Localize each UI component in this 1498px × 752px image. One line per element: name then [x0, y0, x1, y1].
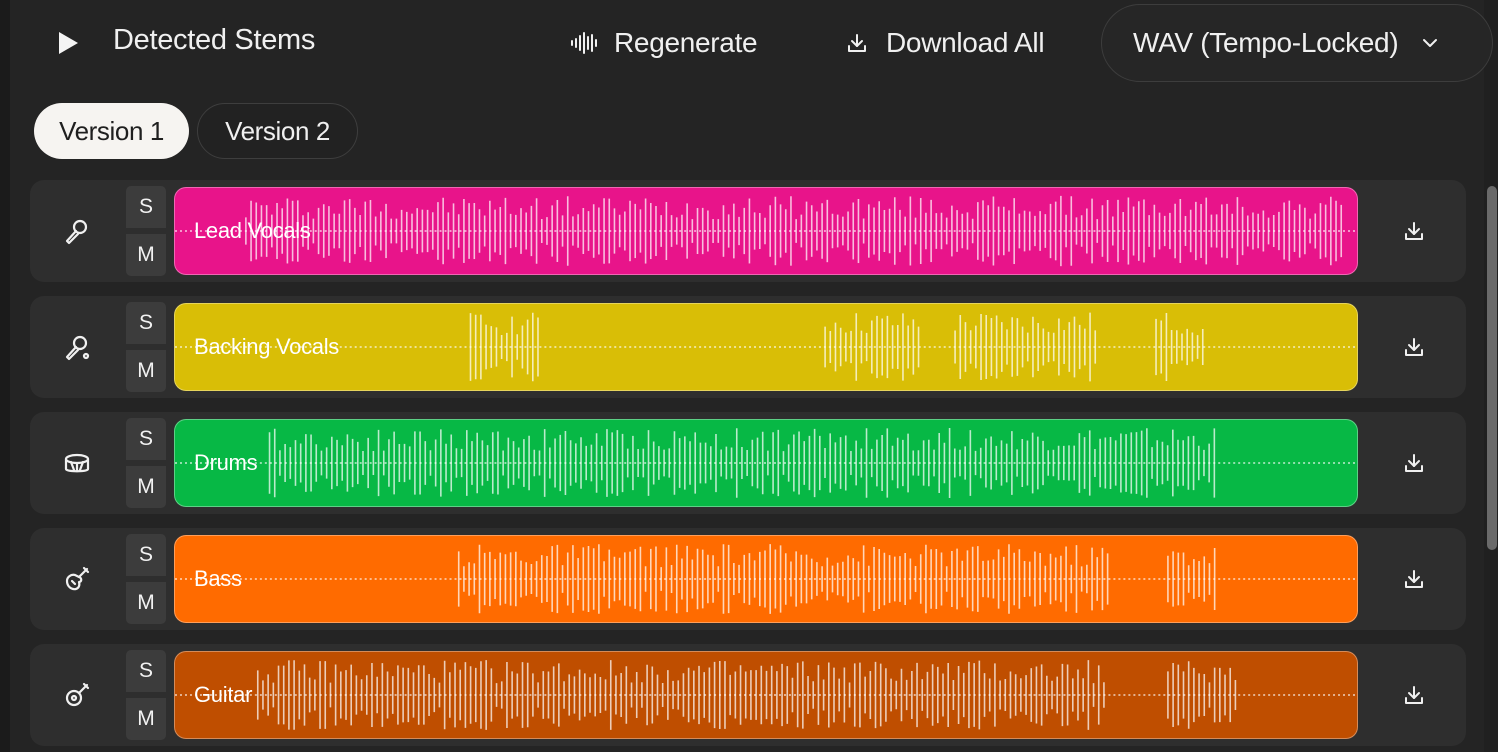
download-icon [848, 34, 866, 52]
left-edge-panel [0, 0, 10, 752]
format-selected-value: WAV (Tempo-Locked) [1133, 27, 1399, 58]
acoustic-guitar-icon [62, 680, 92, 710]
stem-track-clip[interactable]: Guitar [174, 651, 1358, 739]
regenerate-button[interactable]: Regenerate [570, 22, 758, 64]
stem-name: Bass [194, 566, 242, 591]
stem-track-clip[interactable]: Lead Vocals [174, 187, 1358, 275]
stem-waveform [175, 544, 1357, 614]
stem-waveform [175, 312, 1357, 382]
stem-name: Drums [194, 450, 258, 475]
microphone-icon [62, 216, 92, 246]
mute-button[interactable]: M [126, 350, 166, 392]
mute-button[interactable]: M [126, 582, 166, 624]
stem-row-backing-vocals: S M Backing Vocals [30, 296, 1466, 398]
stem-name: Backing Vocals [194, 334, 339, 359]
solo-button[interactable]: S [126, 186, 166, 228]
chevron-down-icon [1423, 39, 1438, 47]
download-icon [1405, 338, 1423, 356]
stem-waveform [175, 428, 1357, 498]
solo-button[interactable]: S [126, 302, 166, 344]
stem-row-bass: S M Bass [30, 528, 1466, 630]
scrollbar-thumb[interactable] [1487, 186, 1497, 550]
stem-download-button[interactable] [1398, 446, 1430, 480]
mute-button[interactable]: M [126, 234, 166, 276]
stem-track-clip[interactable]: Drums [174, 419, 1358, 507]
tab-version-2[interactable]: Version 2 [197, 103, 358, 159]
stem-waveform [175, 660, 1357, 730]
waveform-icon [571, 32, 597, 54]
stem-track-clip[interactable]: Bass [174, 535, 1358, 623]
mute-button[interactable]: M [126, 466, 166, 508]
download-icon [1405, 454, 1423, 472]
stem-download-button[interactable] [1398, 214, 1430, 248]
stem-waveform [175, 195, 1357, 267]
format-dropdown[interactable]: WAV (Tempo-Locked) [1101, 4, 1493, 82]
regenerate-label: Regenerate [614, 27, 758, 58]
download-all-label: Download All [886, 27, 1045, 58]
stem-row-drums: S M Drums [30, 412, 1466, 514]
tab-version-1[interactable]: Version 1 [34, 103, 189, 159]
electric-guitar-icon [62, 564, 92, 594]
drum-icon [62, 448, 92, 478]
stem-row-lead-vocals: S M Lead Vocals [30, 180, 1466, 282]
play-icon [59, 32, 78, 54]
scrollbar-track[interactable] [1484, 0, 1498, 752]
play-button[interactable] [52, 26, 84, 60]
stem-download-button[interactable] [1398, 562, 1430, 596]
solo-button[interactable]: S [126, 650, 166, 692]
page-title: Detected Stems [113, 24, 316, 56]
mute-button[interactable]: M [126, 698, 166, 740]
microphone-alt-icon [62, 332, 92, 362]
download-icon [1405, 222, 1423, 240]
stem-track-clip[interactable]: Backing Vocals [174, 303, 1358, 391]
download-icon [1405, 686, 1423, 704]
stem-download-button[interactable] [1398, 678, 1430, 712]
stem-name: Lead Vocals [194, 218, 311, 243]
stem-row-guitar: S M Guitar [30, 644, 1466, 746]
stem-download-button[interactable] [1398, 330, 1430, 364]
download-icon [1405, 570, 1423, 588]
download-all-button[interactable]: Download All [845, 22, 1045, 64]
solo-button[interactable]: S [126, 534, 166, 576]
solo-button[interactable]: S [126, 418, 166, 460]
stem-name: Guitar [194, 682, 253, 707]
